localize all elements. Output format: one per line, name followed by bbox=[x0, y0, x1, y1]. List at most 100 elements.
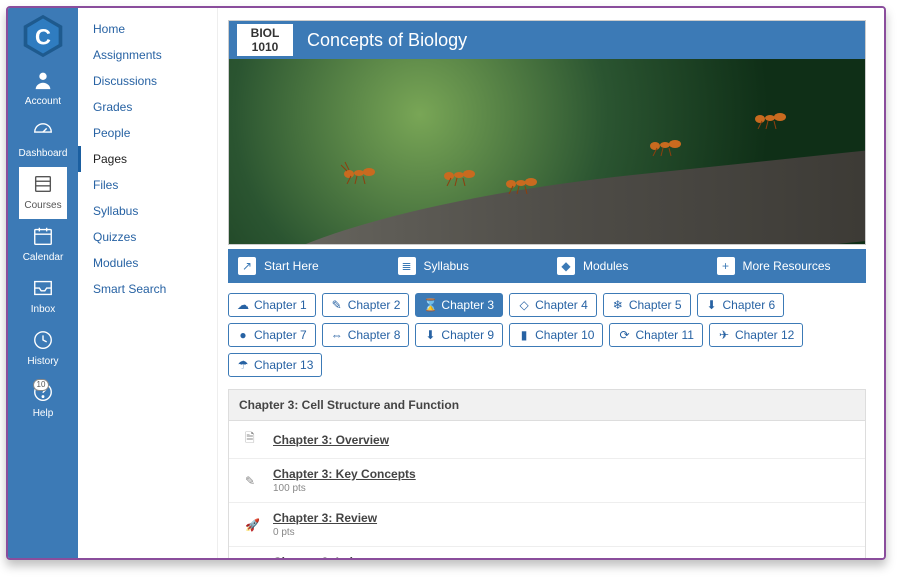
module-item-title[interactable]: Chapter 3: Review bbox=[273, 511, 377, 525]
cnav-home[interactable]: Home bbox=[78, 16, 217, 42]
main-content: BIOL 1010 Concepts of Biology ↗ Start Her… bbox=[218, 8, 884, 558]
module-item-title[interactable]: Chapter 3: Lab bbox=[273, 555, 357, 558]
cnav-files[interactable]: Files bbox=[78, 172, 217, 198]
chapter-chip-9[interactable]: ⬇Chapter 9 bbox=[415, 323, 503, 347]
module-header: Chapter 3: Cell Structure and Function bbox=[229, 390, 865, 421]
chapter-chip-2[interactable]: ✎ Chapter 2 bbox=[322, 293, 410, 317]
cnav-pages[interactable]: Pages bbox=[78, 146, 217, 172]
svg-text:C: C bbox=[35, 24, 51, 49]
chapter-label: Chapter 11 bbox=[635, 328, 693, 342]
app-logo[interactable]: C bbox=[13, 8, 73, 63]
ant-graphic bbox=[499, 170, 539, 194]
chapter-chip-12[interactable]: ✈ Chapter 12 bbox=[709, 323, 803, 347]
gnav-label: History bbox=[27, 356, 58, 367]
nav-icon: ◆ bbox=[557, 257, 575, 275]
nav-label: Syllabus bbox=[424, 259, 469, 273]
banner-image bbox=[229, 59, 865, 244]
navbar-more-resources[interactable]: + More Resources bbox=[707, 249, 867, 283]
navbar-modules[interactable]: ◆ Modules bbox=[547, 249, 707, 283]
ant-graphic bbox=[750, 105, 790, 129]
chapter-label: Chapter 13 bbox=[254, 358, 313, 372]
chapter-chips: ☁ Chapter 1 ✎ Chapter 2 ⌛Chapter 3◇Chapter 4… bbox=[228, 293, 866, 377]
gnav-calendar[interactable]: Calendar bbox=[19, 219, 68, 271]
module-box: Chapter 3: Cell Structure and Function 🗎… bbox=[228, 389, 866, 558]
chapter-icon: ⇔ bbox=[331, 329, 343, 341]
chapter-chip-11[interactable]: ⟳ Chapter 11 bbox=[609, 323, 702, 347]
module-item-title[interactable]: Chapter 3: Key Concepts bbox=[273, 467, 416, 481]
chapter-icon: ✈ bbox=[718, 329, 730, 341]
cnav-syllabus[interactable]: Syllabus bbox=[78, 198, 217, 224]
gnav-label: Courses bbox=[24, 200, 61, 211]
nav-icon: + bbox=[717, 257, 735, 275]
chapter-chip-8[interactable]: ⇔Chapter 8 bbox=[322, 323, 410, 347]
gnav-help[interactable]: Help10 bbox=[19, 375, 68, 427]
chapter-chip-6[interactable]: ⬇Chapter 6 bbox=[697, 293, 785, 317]
module-row[interactable]: ✎Chapter 3: Key Concepts100 pts bbox=[229, 459, 865, 503]
chapter-icon: ▮ bbox=[518, 329, 530, 341]
history-icon bbox=[19, 329, 68, 354]
chapter-icon: ⟳ bbox=[618, 329, 630, 341]
courses-icon bbox=[19, 173, 68, 198]
page-icon: 🗎 bbox=[245, 429, 263, 450]
gnav-inbox[interactable]: Inbox bbox=[19, 271, 68, 323]
chapter-label: Chapter 7 bbox=[254, 328, 307, 342]
chapter-chip-7[interactable]: ●Chapter 7 bbox=[228, 323, 316, 347]
nav-label: Modules bbox=[583, 259, 628, 273]
chapter-label: Chapter 9 bbox=[441, 328, 494, 342]
gnav-label: Calendar bbox=[23, 252, 64, 263]
chapter-chip-10[interactable]: ▮ Chapter 10 bbox=[509, 323, 603, 347]
module-row[interactable]: 🚀Chapter 3: Review0 pts bbox=[229, 503, 865, 547]
chapter-label: Chapter 6 bbox=[723, 298, 776, 312]
course-title: Concepts of Biology bbox=[307, 30, 467, 51]
course-code: BIOL 1010 bbox=[237, 24, 293, 56]
chapter-chip-3[interactable]: ⌛Chapter 3 bbox=[415, 293, 503, 317]
chapter-label: Chapter 1 bbox=[254, 298, 307, 312]
global-nav: C Account Dashboard Courses Calendar Inbox Hi… bbox=[8, 8, 78, 558]
app-window: C Account Dashboard Courses Calendar Inbox Hi… bbox=[6, 6, 886, 560]
chapter-chip-1[interactable]: ☁ Chapter 1 bbox=[228, 293, 316, 317]
ant-graphic bbox=[645, 132, 685, 156]
chapter-label: Chapter 2 bbox=[348, 298, 401, 312]
chapter-label: Chapter 12 bbox=[735, 328, 794, 342]
navbar-start-here[interactable]: ↗ Start Here bbox=[228, 249, 388, 283]
gnav-dashboard[interactable]: Dashboard bbox=[19, 115, 68, 167]
badge: 10 bbox=[33, 379, 50, 391]
nav-icon: ↗ bbox=[238, 257, 256, 275]
cnav-assignments[interactable]: Assignments bbox=[78, 42, 217, 68]
cnav-smart-search[interactable]: Smart Search bbox=[78, 276, 217, 302]
chapter-icon: ✎ bbox=[331, 299, 343, 311]
module-item-title[interactable]: Chapter 3: Overview bbox=[273, 433, 389, 447]
chapter-chip-4[interactable]: ◇Chapter 4 bbox=[509, 293, 597, 317]
calendar-icon bbox=[19, 225, 68, 250]
account-icon bbox=[19, 69, 68, 94]
course-code-line1: BIOL bbox=[240, 26, 290, 40]
course-code-line2: 1010 bbox=[240, 40, 290, 54]
module-row[interactable]: 🗎 Chapter 3: Overview bbox=[229, 421, 865, 459]
gnav-label: Dashboard bbox=[19, 148, 68, 159]
gnav-courses[interactable]: Courses bbox=[19, 167, 68, 219]
chapter-icon: ⌛ bbox=[424, 299, 436, 311]
chapter-chip-13[interactable]: ☂Chapter 13 bbox=[228, 353, 322, 377]
module-row[interactable]: 🗐Chapter 3: Lab200 pts bbox=[229, 547, 865, 558]
chapter-label: Chapter 10 bbox=[535, 328, 594, 342]
navbar-syllabus[interactable]: ≣Syllabus bbox=[388, 249, 548, 283]
quiz-icon: 🚀 bbox=[245, 518, 263, 532]
chapter-icon: ◇ bbox=[518, 299, 530, 311]
gnav-history[interactable]: History bbox=[19, 323, 68, 375]
cnav-modules[interactable]: Modules bbox=[78, 250, 217, 276]
cnav-quizzes[interactable]: Quizzes bbox=[78, 224, 217, 250]
ant-graphic bbox=[339, 160, 379, 184]
cnav-grades[interactable]: Grades bbox=[78, 94, 217, 120]
chapter-chip-5[interactable]: ❄Chapter 5 bbox=[603, 293, 691, 317]
ant-graphic bbox=[439, 162, 479, 186]
chapter-icon: ☁ bbox=[237, 299, 249, 311]
gnav-account[interactable]: Account bbox=[19, 63, 68, 115]
cnav-people[interactable]: People bbox=[78, 120, 217, 146]
gnav-label: Inbox bbox=[31, 304, 55, 315]
gnav-label: Account bbox=[25, 96, 61, 107]
nav-label: More Resources bbox=[743, 259, 831, 273]
inbox-icon bbox=[19, 277, 68, 302]
cnav-discussions[interactable]: Discussions bbox=[78, 68, 217, 94]
course-navbar: ↗ Start Here ≣Syllabus ◆ Modules + More Resour… bbox=[228, 249, 866, 283]
nav-label: Start Here bbox=[264, 259, 319, 273]
